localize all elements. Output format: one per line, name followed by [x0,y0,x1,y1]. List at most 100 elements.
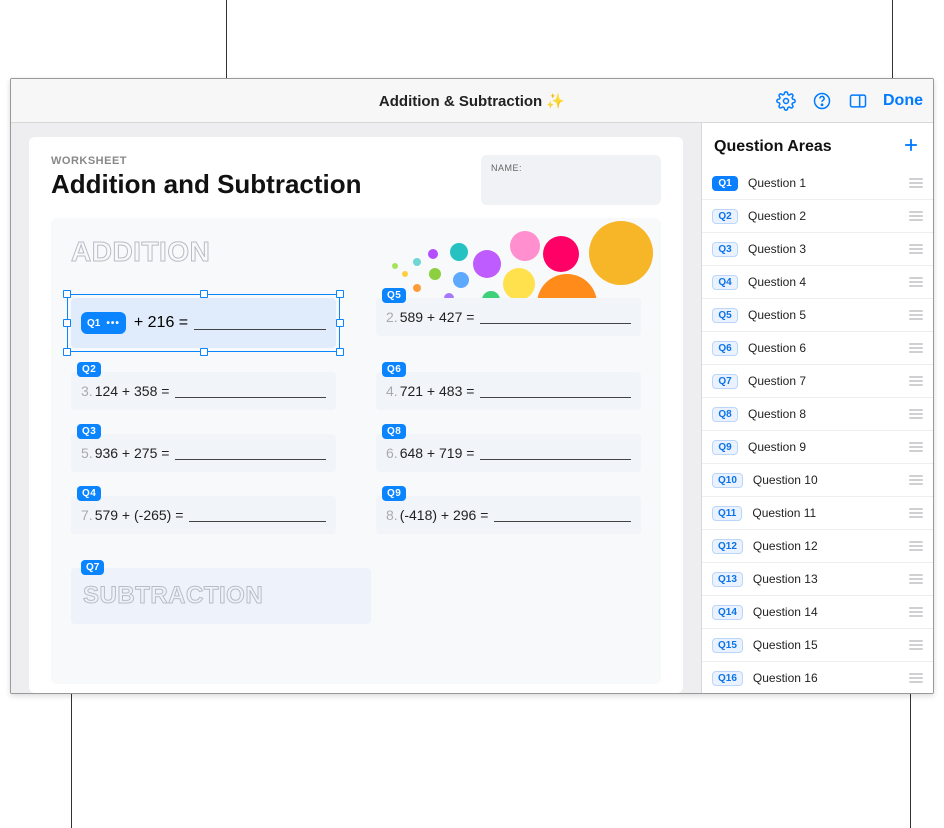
sidebar-item-label: Question 8 [748,407,899,421]
question-area-q1[interactable]: Q1 ••• + 216 = [71,298,336,348]
drag-handle-icon[interactable] [909,475,923,485]
question-number: 5. [81,445,93,461]
drag-handle-icon[interactable] [909,211,923,221]
question-area-q2[interactable]: Q2 3. 124 + 358 = [71,372,336,410]
answer-line [480,397,631,398]
more-icon[interactable]: ••• [106,318,120,329]
sidebar-item-label: Question 14 [753,605,899,619]
sidebar-item-q11[interactable]: Q11Question 11 [702,497,933,530]
gear-icon[interactable] [775,90,797,112]
document-title: Addition & Subtraction ✨ [379,92,565,110]
drag-handle-icon[interactable] [909,277,923,287]
callout-line-top-right [892,0,893,78]
question-badge: Q8 [382,424,406,439]
answer-line [175,397,326,398]
sidebar-item-label: Question 7 [748,374,899,388]
question-id-badge: Q6 [712,341,738,356]
question-text: (-418) + 296 = [400,507,489,523]
sidebar-item-q9[interactable]: Q9 Question 9 [702,431,933,464]
toolbar-right-group: Done [775,79,923,123]
question-badge: Q7 [81,560,104,575]
sidebar-item-q13[interactable]: Q13Question 13 [702,563,933,596]
question-id-badge: Q7 [712,374,738,389]
panel-toggle-icon[interactable] [847,90,869,112]
sidebar-item-q1[interactable]: Q1Question 1 [702,167,933,200]
sidebar-item-q10[interactable]: Q10Question 10 [702,464,933,497]
question-number: 8. [386,507,398,523]
drag-handle-icon[interactable] [909,343,923,353]
question-text: 648 + 719 = [400,445,475,461]
sidebar-item-q15[interactable]: Q15Question 15 [702,629,933,662]
callout-line-bottom-left [71,694,72,828]
drag-handle-icon[interactable] [909,442,923,452]
question-badge-q1[interactable]: Q1 ••• [81,312,126,334]
toolbar: Addition & Subtraction ✨ Done [11,79,933,123]
drag-handle-icon[interactable] [909,376,923,386]
question-id-badge: Q10 [712,473,743,488]
sidebar-item-label: Question 2 [748,209,899,223]
answer-line [480,459,631,460]
sidebar-item-q5[interactable]: Q5Question 5 [702,299,933,332]
question-id-badge: Q3 [712,242,738,257]
addition-section: ADDITION [51,218,661,684]
sidebar-item-q12[interactable]: Q12Question 12 [702,530,933,563]
question-id-badge: Q15 [712,638,743,653]
question-text: 589 + 427 = [400,309,475,325]
question-id-badge: Q16 [712,671,743,686]
drag-handle-icon[interactable] [909,574,923,584]
question-area-q4[interactable]: Q4 7. 579 + (-265) = [71,496,336,534]
question-id-badge: Q14 [712,605,743,620]
sidebar-item-label: Question 11 [752,506,899,520]
question-id-badge: Q13 [712,572,743,587]
sidebar-item-q4[interactable]: Q4Question 4 [702,266,933,299]
drag-handle-icon[interactable] [909,607,923,617]
help-icon[interactable] [811,90,833,112]
sidebar-item-label: Question 1 [748,176,899,190]
sidebar-item-q2[interactable]: Q2 Question 2 [702,200,933,233]
app-window: Addition & Subtraction ✨ Done WORKSHEET … [10,78,934,694]
answer-line [480,323,631,324]
sidebar-item-q7[interactable]: Q7 Question 7 [702,365,933,398]
drag-handle-icon[interactable] [909,310,923,320]
content-row: WORKSHEET Addition and Subtraction NAME:… [11,123,933,693]
question-badge-id: Q1 [87,318,100,329]
drag-handle-icon[interactable] [909,640,923,650]
sidebar-title: Question Areas [714,138,832,156]
question-area-q8[interactable]: Q8 6. 648 + 719 = [376,434,641,472]
drag-handle-icon[interactable] [909,244,923,254]
question-badge: Q5 [382,288,406,303]
drag-handle-icon[interactable] [909,508,923,518]
question-number: 3. [81,383,93,399]
question-number: 4. [386,383,398,399]
question-id-badge: Q2 [712,209,738,224]
question-number: 2. [386,309,398,325]
question-number: 7. [81,507,93,523]
sidebar-item-label: Question 12 [753,539,899,553]
drag-handle-icon[interactable] [909,541,923,551]
sidebar-item-label: Question 9 [748,440,899,454]
name-field-box: NAME: [481,155,661,205]
question-area-q5[interactable]: Q5 2. 589 + 427 = [376,298,641,348]
worksheet-sheet: WORKSHEET Addition and Subtraction NAME:… [29,137,683,693]
sidebar-item-q6[interactable]: Q6Question 6 [702,332,933,365]
question-id-badge: Q9 [712,440,738,455]
question-badge: Q6 [382,362,406,377]
sidebar-item-q8[interactable]: Q8Question 8 [702,398,933,431]
question-area-q6[interactable]: Q6 4. 721 + 483 = [376,372,641,410]
drag-handle-icon[interactable] [909,178,923,188]
done-button[interactable]: Done [883,92,923,110]
question-area-q3[interactable]: Q3 5. 936 + 275 = [71,434,336,472]
question-text: 721 + 483 = [400,383,475,399]
sidebar-item-q14[interactable]: Q14 Question 14 [702,596,933,629]
question-area-q7[interactable]: Q7 SUBTRACTION [71,568,371,624]
question-text: 936 + 275 = [95,445,170,461]
worksheet-canvas[interactable]: WORKSHEET Addition and Subtraction NAME:… [11,123,701,693]
sidebar-item-label: Question 16 [753,671,899,685]
question-area-q9[interactable]: Q9 8. (-418) + 296 = [376,496,641,534]
add-question-area-button[interactable] [901,135,921,159]
drag-handle-icon[interactable] [909,409,923,419]
sidebar-item-label: Question 3 [748,242,899,256]
sidebar-item-q3[interactable]: Q3 Question 3 [702,233,933,266]
sidebar-item-q16[interactable]: Q16 Question 16 [702,662,933,693]
drag-handle-icon[interactable] [909,673,923,683]
